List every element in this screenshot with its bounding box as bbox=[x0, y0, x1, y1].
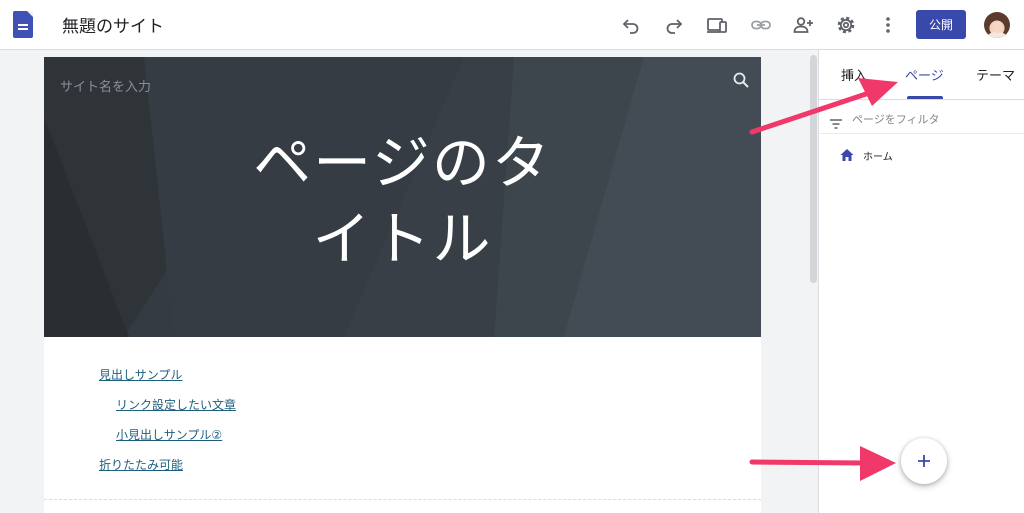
site-name-input[interactable]: サイト名を入力 bbox=[60, 76, 151, 95]
home-icon bbox=[840, 149, 854, 161]
preview-devices-icon[interactable] bbox=[705, 13, 729, 37]
tab-themes[interactable]: テーマ bbox=[976, 65, 1015, 84]
toc-link-link-text[interactable]: リンク設定したい文章 bbox=[116, 396, 236, 413]
toc-link-subheading-sample[interactable]: 小見出しサンプル② bbox=[116, 426, 222, 443]
toc-link-collapsible[interactable]: 折りたたみ可能 bbox=[99, 456, 183, 473]
settings-gear-icon[interactable] bbox=[834, 13, 858, 37]
search-icon[interactable] bbox=[732, 71, 750, 89]
add-page-button[interactable] bbox=[901, 438, 947, 484]
page-list-item-label: ホーム bbox=[863, 151, 893, 163]
filter-divider bbox=[819, 133, 1024, 134]
more-vert-icon[interactable] bbox=[876, 13, 900, 37]
undo-icon[interactable] bbox=[619, 13, 643, 37]
toc-link-heading-sample[interactable]: 見出しサンプル bbox=[99, 366, 182, 383]
tab-insert[interactable]: 挿入 bbox=[841, 65, 867, 84]
side-panel: 挿入 ページ テーマ ページをフィルタ ホーム bbox=[818, 50, 1024, 513]
publish-button[interactable]: 公開 bbox=[916, 10, 966, 39]
canvas-scrollbar[interactable] bbox=[810, 55, 817, 283]
page-canvas: サイト名を入力 ページのタ イトル 見出しサンプル リンク設定したい文章 小見出… bbox=[44, 57, 761, 513]
user-avatar[interactable] bbox=[984, 12, 1010, 38]
link-icon[interactable] bbox=[749, 13, 773, 37]
google-sites-icon[interactable] bbox=[13, 11, 33, 38]
tab-pages[interactable]: ページ bbox=[905, 65, 944, 84]
plus-icon bbox=[918, 455, 930, 467]
redo-icon[interactable] bbox=[662, 13, 686, 37]
page-title-line-1: ページのタ bbox=[253, 129, 552, 197]
top-app-bar: 無題のサイト 公開 bbox=[0, 0, 1024, 50]
section-divider bbox=[44, 499, 761, 500]
filter-icon bbox=[830, 114, 842, 129]
site-title[interactable]: 無題のサイト bbox=[62, 12, 164, 37]
table-of-contents: 見出しサンプル リンク設定したい文章 小見出しサンプル② 折りたたみ可能 bbox=[44, 337, 761, 513]
page-filter-input[interactable]: ページをフィルタ bbox=[852, 111, 940, 127]
page-title-line-2: イトル bbox=[312, 205, 493, 273]
tabs-divider bbox=[819, 99, 1024, 100]
page-list-item-home[interactable]: ホーム bbox=[839, 146, 893, 164]
share-user-icon[interactable] bbox=[791, 13, 815, 37]
hero-header[interactable]: サイト名を入力 ページのタ イトル bbox=[44, 57, 761, 337]
page-title[interactable]: ページのタ イトル bbox=[44, 125, 761, 277]
